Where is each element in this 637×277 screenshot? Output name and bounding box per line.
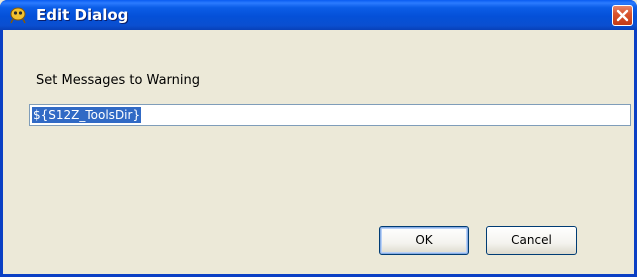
dialog-body: Set Messages to Warning ${S12Z_ToolsDir}… bbox=[3, 30, 634, 277]
close-icon bbox=[616, 9, 629, 22]
window-title: Edit Dialog bbox=[36, 6, 129, 24]
title-bar[interactable]: Edit Dialog bbox=[0, 0, 637, 30]
cancel-button[interactable]: Cancel bbox=[486, 226, 577, 255]
value-input-text[interactable]: ${S12Z_ToolsDir} bbox=[32, 107, 142, 123]
prompt-label: Set Messages to Warning bbox=[36, 73, 200, 88]
close-button[interactable] bbox=[612, 5, 633, 26]
value-input[interactable]: ${S12Z_ToolsDir} bbox=[29, 104, 631, 126]
edit-dialog-window: Edit Dialog Set Messages to Warning ${S1… bbox=[0, 0, 637, 277]
app-icon bbox=[9, 6, 27, 24]
ok-button[interactable]: OK bbox=[379, 226, 469, 255]
